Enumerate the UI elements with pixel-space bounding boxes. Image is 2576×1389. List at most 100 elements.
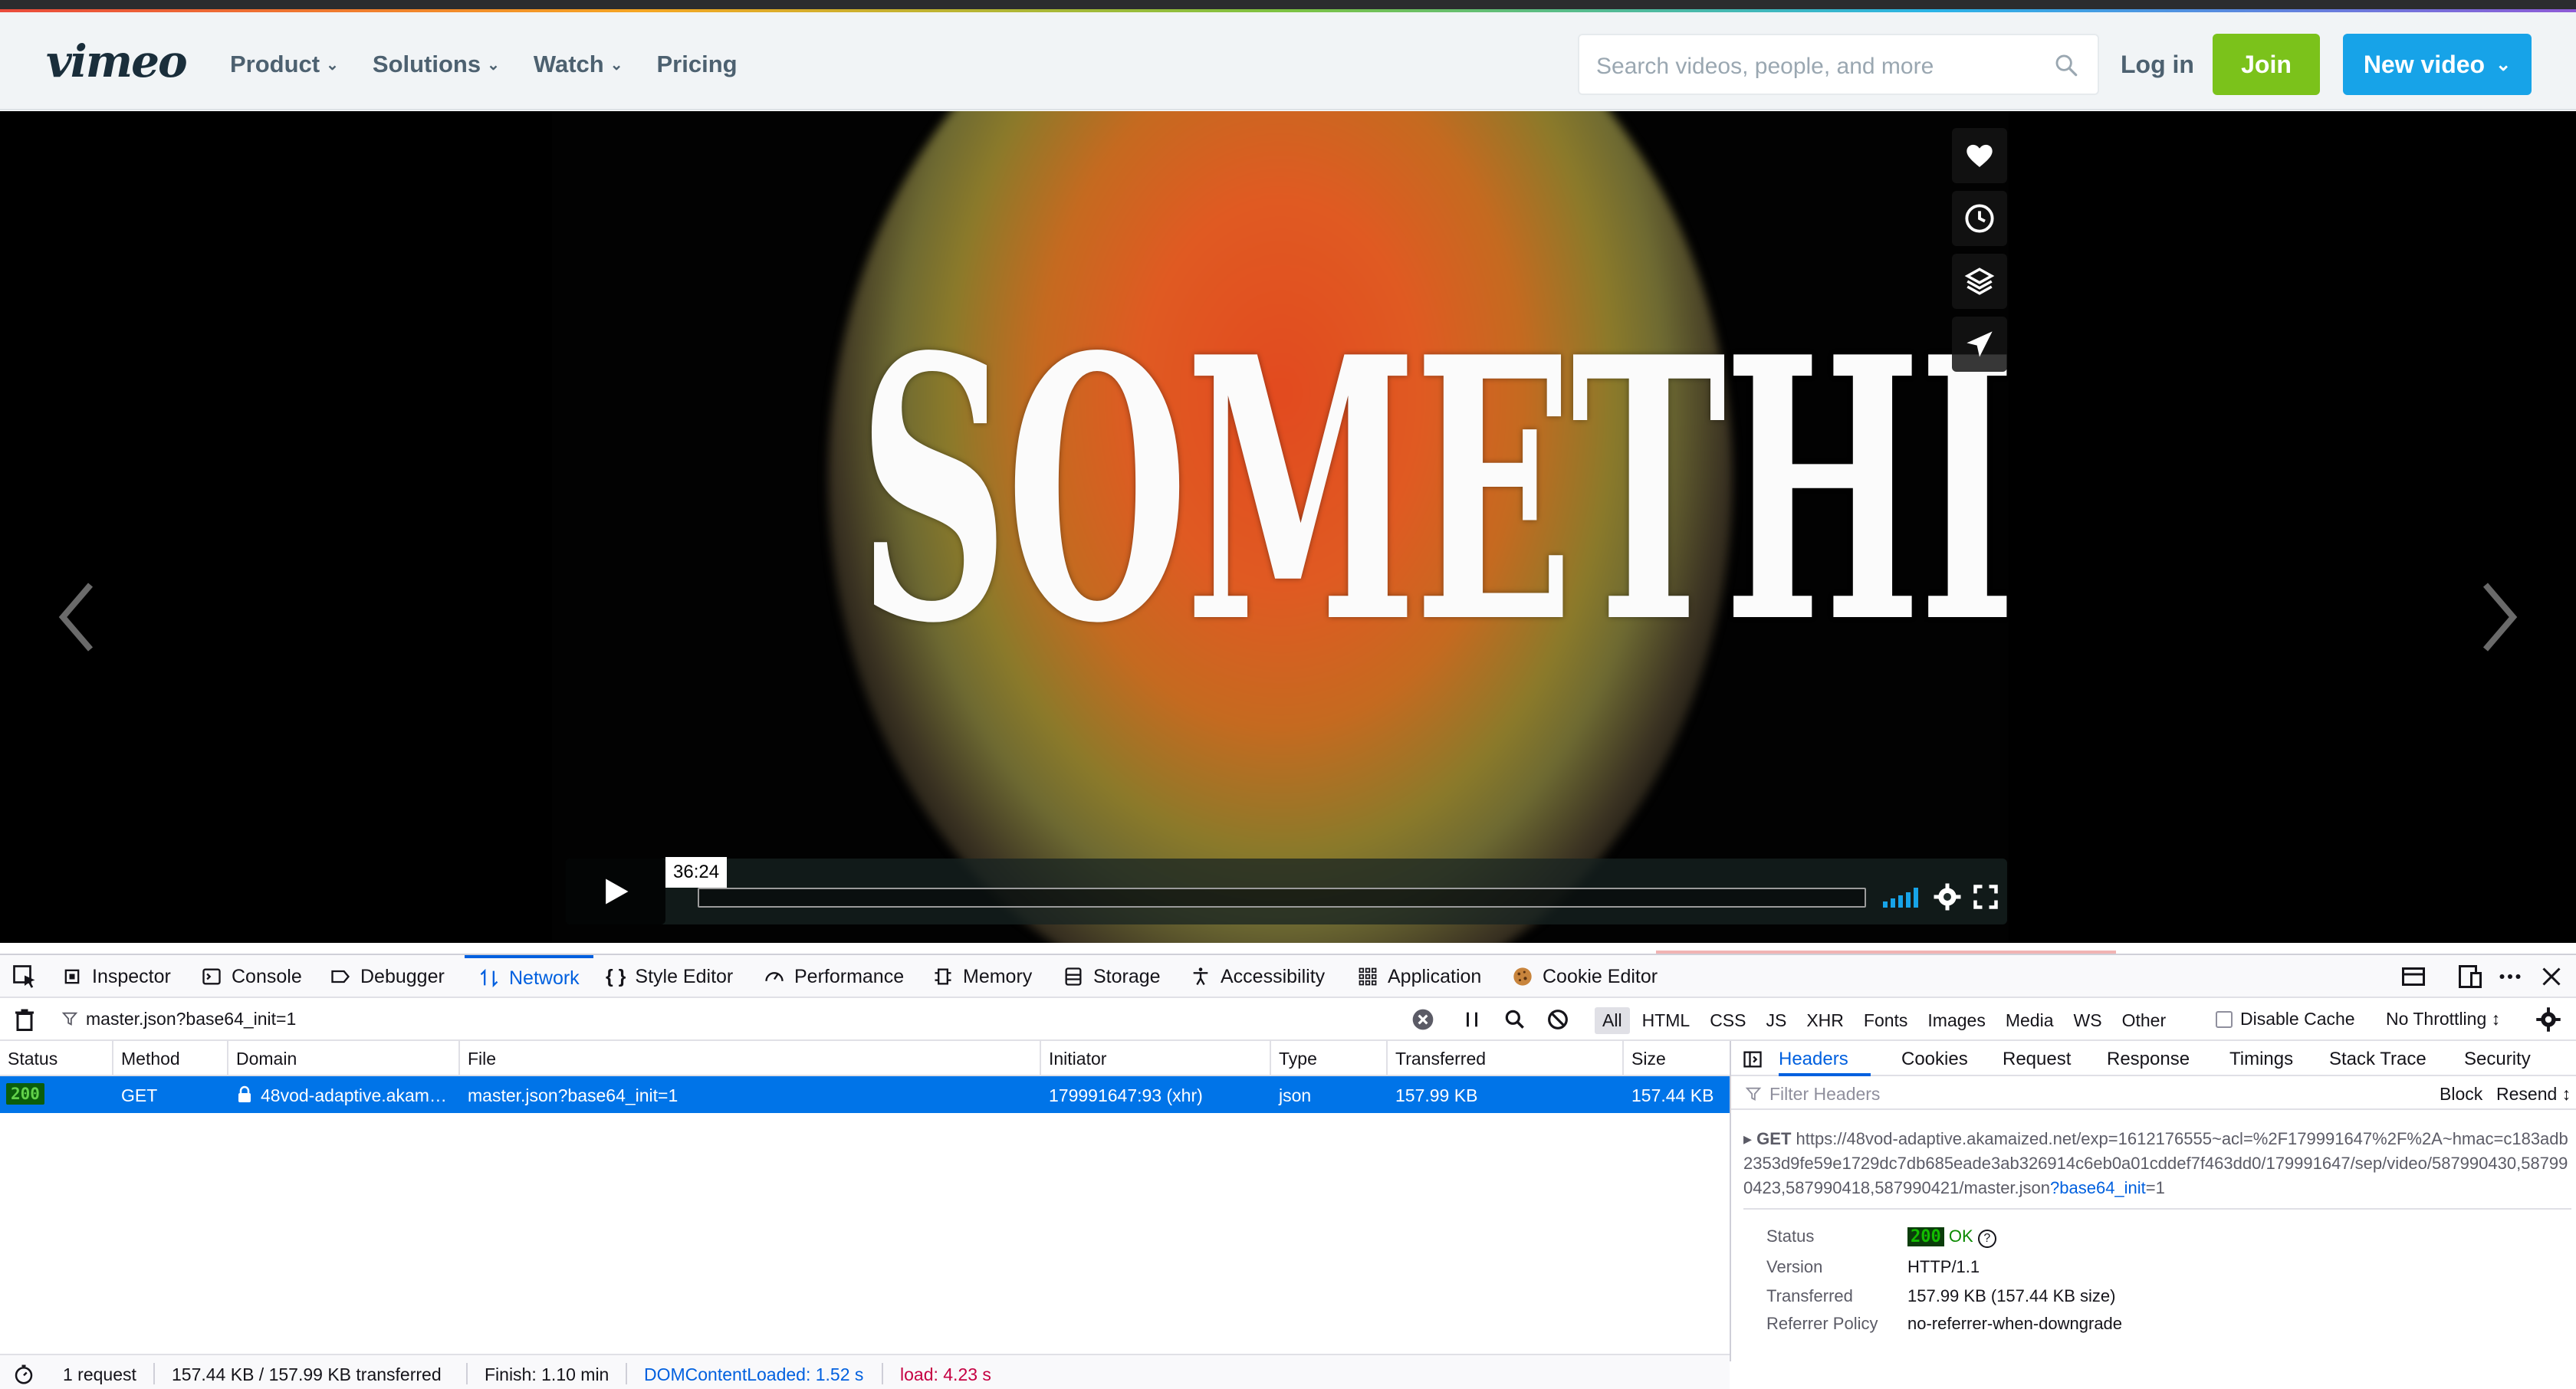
filter-headers-input[interactable]: Filter Headers Block Resend ↕ xyxy=(1731,1076,2576,1110)
request-url-line[interactable]: ▸ GET https://48vod-adaptive.akamaized.n… xyxy=(1743,1127,2571,1200)
tab-network[interactable]: Network xyxy=(465,955,593,998)
pause-icon[interactable] xyxy=(1461,1009,1483,1030)
close-icon[interactable] xyxy=(2538,963,2565,990)
tab-response[interactable]: Response xyxy=(2107,1049,2190,1070)
responsive-design-icon[interactable] xyxy=(2456,963,2484,990)
progress-bar[interactable] xyxy=(698,888,1866,908)
col-file[interactable]: File xyxy=(468,1049,496,1069)
row-method: GET xyxy=(121,1085,158,1105)
fullscreen-icon[interactable] xyxy=(1972,883,1999,911)
search-icon[interactable] xyxy=(2053,52,2079,78)
tab-cookies[interactable]: Cookies xyxy=(1901,1049,1968,1070)
vimeo-logo[interactable]: vimeo xyxy=(46,35,188,87)
tab-application[interactable]: Application xyxy=(1357,955,1481,998)
share-button[interactable] xyxy=(1952,317,2007,372)
nav-watch[interactable]: Watch ⌄ xyxy=(534,51,623,78)
trash-icon[interactable] xyxy=(11,1006,38,1033)
join-button[interactable]: Join xyxy=(2213,34,2320,95)
tab-performance[interactable]: Performance xyxy=(764,955,904,998)
devtools-panel: Inspector Console Debugger Network { } St… xyxy=(0,954,2576,1389)
request-method: GET xyxy=(1756,1129,1792,1148)
col-domain[interactable]: Domain xyxy=(236,1049,297,1069)
tab-debugger[interactable]: Debugger xyxy=(330,955,445,998)
resend-button[interactable]: Resend ↕ xyxy=(2496,1084,2571,1105)
previous-arrow-icon[interactable] xyxy=(54,579,100,655)
pick-element-icon[interactable] xyxy=(11,963,38,990)
next-arrow-icon[interactable] xyxy=(2476,579,2522,655)
login-link[interactable]: Log in xyxy=(2121,51,2194,79)
tab-memory[interactable]: Memory xyxy=(932,955,1032,998)
tab-inspector-label: Inspector xyxy=(92,965,171,987)
col-status[interactable]: Status xyxy=(8,1049,58,1069)
tab-accessibility[interactable]: Accessibility xyxy=(1190,955,1325,998)
stopwatch-icon[interactable] xyxy=(12,1363,35,1386)
filter-html[interactable]: HTML xyxy=(1635,1007,1698,1034)
col-size[interactable]: Size xyxy=(1631,1049,1666,1069)
col-transferred[interactable]: Transferred xyxy=(1395,1049,1486,1069)
block-button[interactable]: Block xyxy=(2440,1084,2482,1105)
col-divider[interactable] xyxy=(1622,1041,1624,1076)
tab-request[interactable]: Request xyxy=(2003,1049,2071,1070)
toggle-sidebar-icon[interactable] xyxy=(1742,1049,1763,1070)
filter-js[interactable]: JS xyxy=(1758,1007,1794,1034)
search-icon[interactable] xyxy=(1503,1007,1527,1032)
checkbox-box[interactable] xyxy=(2216,1010,2233,1028)
volume-icon[interactable] xyxy=(1883,888,1920,908)
filter-all[interactable]: All xyxy=(1595,1007,1630,1034)
filter-css[interactable]: CSS xyxy=(1702,1007,1753,1034)
col-type[interactable]: Type xyxy=(1279,1049,1317,1069)
row-initiator[interactable]: 179991647:93 (xhr) xyxy=(1049,1085,1203,1106)
nav-pricing[interactable]: Pricing xyxy=(657,51,738,78)
search-input[interactable]: Search videos, people, and more xyxy=(1578,34,2099,95)
filter-xhr[interactable]: XHR xyxy=(1799,1007,1852,1034)
filter-media[interactable]: Media xyxy=(1998,1007,2062,1034)
settings-gear-icon[interactable] xyxy=(2535,1006,2562,1033)
watch-later-button[interactable] xyxy=(1952,191,2007,246)
tab-console[interactable]: Console xyxy=(201,955,302,998)
tab-style-editor[interactable]: { } Style Editor xyxy=(606,955,733,998)
row-file: master.json?base64_init=1 xyxy=(468,1085,678,1105)
tab-inspector[interactable]: Inspector xyxy=(61,955,171,998)
col-divider[interactable] xyxy=(227,1041,228,1076)
video-player[interactable]: SOMETHING xyxy=(0,111,2576,943)
col-initiator[interactable]: Initiator xyxy=(1049,1049,1106,1069)
filter-ws[interactable]: WS xyxy=(2066,1007,2110,1034)
filter-urls-input[interactable]: master.json?base64_init=1 xyxy=(86,1009,296,1029)
more-options-icon[interactable] xyxy=(2496,963,2524,990)
settings-gear-icon[interactable] xyxy=(1932,882,1963,912)
filter-other[interactable]: Other xyxy=(2114,1007,2174,1034)
help-icon[interactable]: ? xyxy=(1977,1230,1996,1248)
status-code: 200 xyxy=(1907,1227,1944,1246)
filter-fonts[interactable]: Fonts xyxy=(1856,1007,1916,1034)
tab-security[interactable]: Security xyxy=(2464,1049,2531,1070)
tab-timings[interactable]: Timings xyxy=(2229,1049,2293,1070)
nav-solutions[interactable]: Solutions ⌄ xyxy=(373,51,500,78)
filter-images[interactable]: Images xyxy=(1920,1007,1993,1034)
row-size: 157.44 KB xyxy=(1631,1085,1714,1105)
tab-storage[interactable]: Storage xyxy=(1063,955,1161,998)
divider xyxy=(1743,1208,2571,1210)
play-button[interactable] xyxy=(566,859,665,924)
like-button[interactable] xyxy=(1952,128,2007,183)
block-requests-icon[interactable] xyxy=(1546,1007,1570,1032)
tab-headers[interactable]: Headers xyxy=(1779,1049,1848,1070)
col-method[interactable]: Method xyxy=(121,1049,180,1069)
tab-cookie-editor[interactable]: Cookie Editor xyxy=(1512,955,1658,998)
col-divider[interactable] xyxy=(1270,1041,1271,1076)
clear-filter-icon[interactable] xyxy=(1411,1007,1435,1032)
col-divider[interactable] xyxy=(112,1041,113,1076)
throttling-select[interactable]: No Throttling ↕ xyxy=(2386,1009,2500,1029)
table-row[interactable]: 200 GET 48vod-adaptive.akam… master.json… xyxy=(0,1076,1730,1113)
tab-stack-trace[interactable]: Stack Trace xyxy=(2329,1049,2426,1070)
collections-button[interactable] xyxy=(1952,254,2007,309)
col-divider[interactable] xyxy=(458,1041,460,1076)
disable-cache-checkbox[interactable]: Disable Cache xyxy=(2216,1009,2355,1029)
divider xyxy=(626,1363,627,1384)
new-video-button[interactable]: New video ⌄ xyxy=(2343,34,2532,95)
nav-product[interactable]: Product ⌄ xyxy=(230,51,339,78)
col-divider[interactable] xyxy=(1386,1041,1388,1076)
disclosure-triangle-icon[interactable]: ▸ xyxy=(1743,1129,1756,1148)
col-divider[interactable] xyxy=(1040,1041,1041,1076)
tab-cookie-editor-label: Cookie Editor xyxy=(1543,965,1658,987)
dock-side-icon[interactable] xyxy=(2400,963,2427,990)
